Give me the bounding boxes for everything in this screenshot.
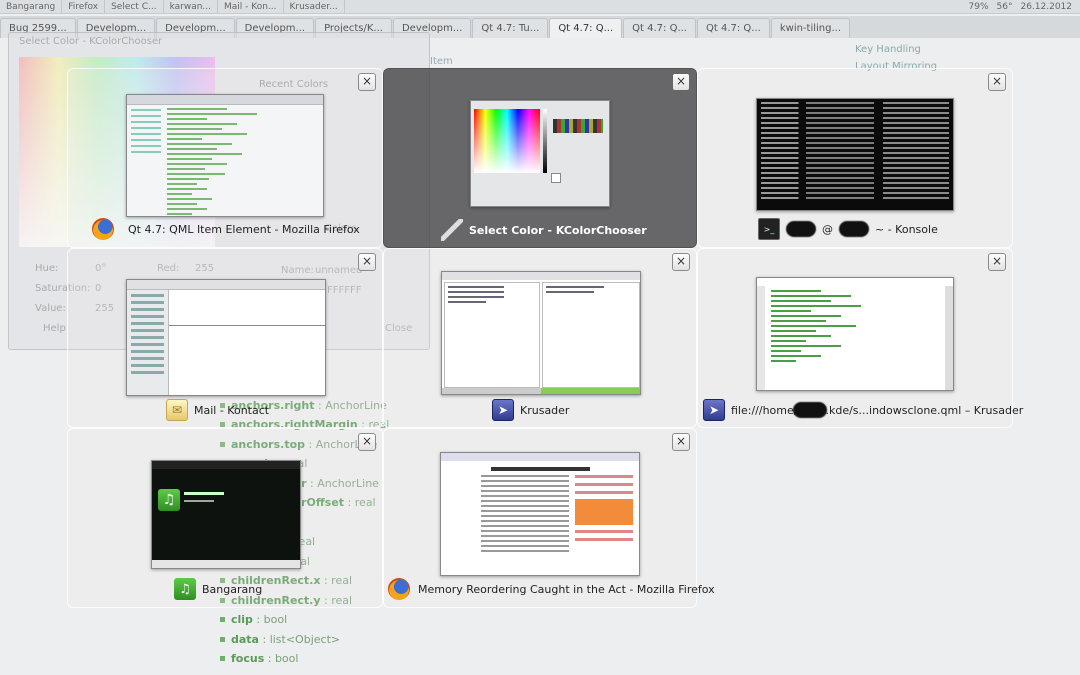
window-label: ➤ file:///home/ .kde/s...indowsclone.qml… <box>703 399 1023 421</box>
close-window-button[interactable]: × <box>672 253 690 271</box>
window-title: Bangarang <box>202 582 263 596</box>
window-cell-kcolorchooser[interactable]: × Select Color - KColorChooser <box>383 68 697 248</box>
close-window-button[interactable]: × <box>672 433 690 451</box>
firefox-icon <box>388 578 410 600</box>
bullet-icon <box>220 636 225 642</box>
doc-item-heading: Item <box>430 56 453 67</box>
window-cell-krusader-file[interactable]: × ➤ file:///home/ .kde/s...indowsclone.q… <box>697 248 1023 428</box>
window-cell-bangarang[interactable]: × ♫ ♫ Bangarang <box>67 428 383 608</box>
taskbar-item[interactable]: Firefox <box>62 0 106 13</box>
window-cell-firefox-qml[interactable]: × Qt 4.7: QML Item Element - Mozilla Fir… <box>67 68 383 248</box>
window-title: ~ - Konsole <box>875 222 938 236</box>
window-thumbnail[interactable]: ♫ <box>151 460 301 569</box>
window-title: Krusader <box>520 403 570 417</box>
krusader-icon: ➤ <box>492 399 514 421</box>
taskbar-item[interactable]: Mail - Kon... <box>218 0 284 13</box>
property-name[interactable]: data <box>231 633 259 646</box>
property-name[interactable]: focus <box>231 652 264 665</box>
clock[interactable]: 26.12.2012 <box>1020 2 1072 12</box>
window-thumbnail[interactable] <box>126 279 326 396</box>
browser-tab[interactable]: kwin-tiling... <box>770 18 851 38</box>
window-cell-krusader[interactable]: × ➤ Krusader <box>383 248 697 428</box>
property-name[interactable]: clip <box>231 613 253 626</box>
property-type: list<Object> <box>269 632 341 646</box>
bullet-icon <box>220 656 225 661</box>
firefox-icon <box>92 218 114 240</box>
browser-tab[interactable]: Qt 4.7: Q... <box>623 18 696 38</box>
window-thumbnail[interactable] <box>756 277 954 391</box>
window-cell-firefox-memory[interactable]: × Memory Reordering Caught in the Act - … <box>383 428 715 608</box>
browser-tab[interactable]: Qt 4.7: Tu... <box>472 18 549 38</box>
window-thumbnail[interactable] <box>441 271 641 395</box>
battery-indicator[interactable]: 79% <box>969 2 989 12</box>
window-thumbnail[interactable] <box>440 452 640 576</box>
color-picker-icon <box>441 219 463 241</box>
window-cell-kontact[interactable]: × ✉ Mail - Kontact <box>67 248 383 428</box>
taskbar-item[interactable]: karwan... <box>164 0 218 13</box>
close-window-button[interactable]: × <box>988 253 1006 271</box>
close-window-button[interactable]: × <box>672 73 690 91</box>
browser-tab[interactable]: Qt 4.7: Q... <box>549 18 623 38</box>
window-title-prefix: file:///home/ <box>731 403 798 417</box>
redacted-text <box>839 221 869 237</box>
window-label: Select Color - KColorChooser <box>441 219 647 241</box>
browser-tab[interactable]: Qt 4.7: Q... <box>697 18 770 38</box>
krusader-icon: ➤ <box>703 399 725 421</box>
window-cell-konsole[interactable]: × >_ @ ~ - Konsole <box>697 68 1013 248</box>
taskbar: Bangarang Firefox Select C... karwan... … <box>0 0 1080 14</box>
doc-property-line: data : list<Object> <box>218 633 518 653</box>
bangarang-icon: ♫ <box>174 578 196 600</box>
close-window-button[interactable]: × <box>358 73 376 91</box>
dialog-title: Select Color - KColorChooser <box>19 36 163 47</box>
window-title: Memory Reordering Caught in the Act - Mo… <box>418 582 715 596</box>
temperature-indicator: 56° <box>996 1 1013 12</box>
hue-label: Hue: <box>35 263 59 274</box>
window-label: Memory Reordering Caught in the Act - Mo… <box>388 578 715 600</box>
taskbar-item[interactable]: Bangarang <box>0 0 63 13</box>
mail-icon: ✉ <box>166 399 188 421</box>
window-title-prefix: @ <box>822 222 833 236</box>
window-label: Qt 4.7: QML Item Element - Mozilla Firef… <box>92 218 360 240</box>
property-type: bool <box>274 652 299 665</box>
window-thumbnail[interactable] <box>126 94 324 217</box>
window-title: Select Color - KColorChooser <box>469 223 647 237</box>
taskbar-item[interactable]: Krusader... <box>284 0 345 13</box>
taskbar-item[interactable]: Select C... <box>105 0 164 13</box>
close-window-button[interactable]: × <box>358 253 376 271</box>
doc-property-line: focus : bool <box>218 652 518 672</box>
window-thumbnail[interactable] <box>470 100 610 207</box>
window-label: ✉ Mail - Kontact <box>166 399 269 421</box>
terminal-icon: >_ <box>758 218 780 240</box>
redacted-text <box>786 221 816 237</box>
redacted-text <box>793 402 828 418</box>
window-title: .kde/s...indowsclone.qml – Krusader <box>825 403 1024 417</box>
window-label: ♫ Bangarang <box>174 578 262 600</box>
help-button[interactable]: Help <box>43 323 66 334</box>
window-thumbnail[interactable] <box>756 98 954 211</box>
window-label: ➤ Krusader <box>492 399 569 421</box>
window-title: Mail - Kontact <box>194 403 270 417</box>
doc-link[interactable]: Key Handling <box>855 44 937 55</box>
value-label: Value: <box>35 303 66 314</box>
doc-property-line: clip : bool <box>218 613 518 633</box>
close-window-button[interactable]: × <box>988 73 1006 91</box>
property-type: bool <box>263 613 288 626</box>
bullet-icon <box>220 617 225 622</box>
window-label: >_ @ ~ - Konsole <box>758 218 938 240</box>
window-title: Qt 4.7: QML Item Element - Mozilla Firef… <box>128 222 360 236</box>
close-window-button[interactable]: × <box>358 433 376 451</box>
